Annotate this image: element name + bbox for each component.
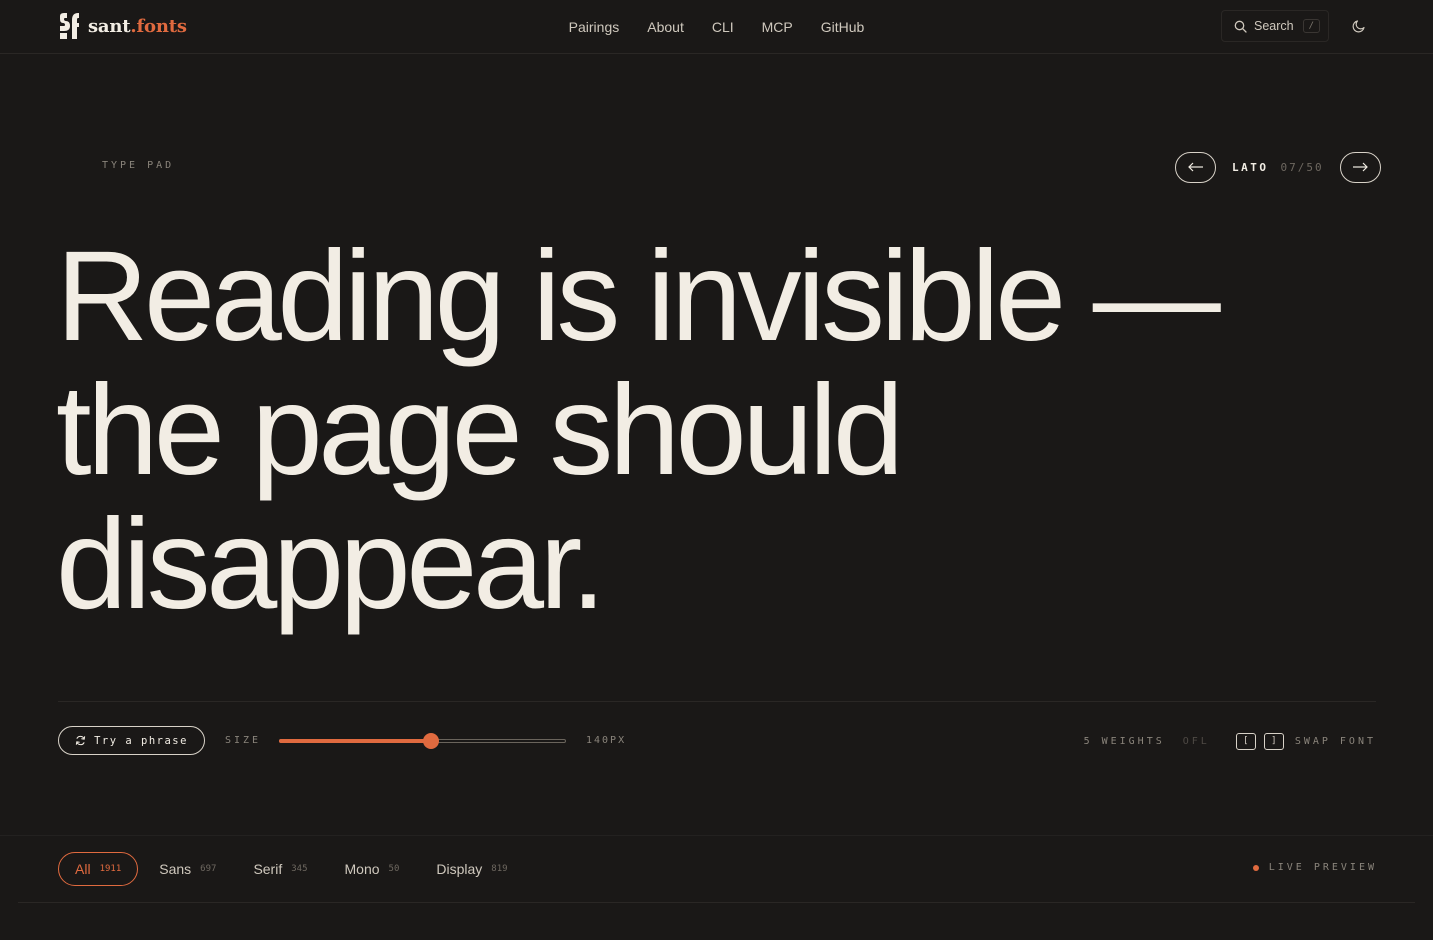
specimen-line-1: Reading is invisible — <box>56 225 1221 368</box>
filter-sans[interactable]: Sans 697 <box>143 852 232 886</box>
filter-display[interactable]: Display 819 <box>420 852 523 886</box>
site-header: sant.fonts Pairings About CLI MCP GitHub… <box>0 0 1433 54</box>
nav-item-pairings[interactable]: Pairings <box>569 19 620 35</box>
search-label: Search <box>1254 19 1294 33</box>
filter-count: 345 <box>291 864 308 874</box>
filter-label: Display <box>436 861 483 877</box>
font-navigator: LATO 07/50 <box>1175 151 1381 183</box>
nav-item-about[interactable]: About <box>647 19 684 35</box>
live-dot-icon <box>1252 864 1259 871</box>
filter-label: All <box>75 861 91 877</box>
specimen-line-3: disappear. <box>56 493 606 636</box>
swap-font-label: SWAP FONT <box>1294 735 1376 747</box>
filter-divider <box>18 902 1415 903</box>
slider-fill <box>279 739 432 743</box>
font-index: 07/50 <box>1280 160 1324 174</box>
live-preview-label: LIVE PREVIEW <box>1268 862 1377 873</box>
next-font-button[interactable] <box>1339 151 1381 183</box>
filter-mono[interactable]: Mono 50 <box>329 852 416 886</box>
search-icon <box>1234 20 1247 33</box>
next-font-key[interactable]: ] <box>1263 732 1284 750</box>
arrow-left-icon <box>1187 162 1203 172</box>
search-shortcut: / <box>1302 19 1320 33</box>
theme-toggle-button[interactable] <box>1343 10 1375 42</box>
specimen-text[interactable]: Reading is invisible — the page should d… <box>56 230 1376 632</box>
filter-label: Sans <box>159 861 192 877</box>
filter-label: Mono <box>344 861 380 877</box>
weights-count: 5 WEIGHTS <box>1083 735 1165 747</box>
arrow-right-icon <box>1353 162 1368 172</box>
try-phrase-button[interactable]: Try a phrase <box>58 726 205 755</box>
previous-font-button[interactable] <box>1175 151 1216 183</box>
slider-thumb[interactable] <box>423 733 440 749</box>
filter-count: 697 <box>200 864 217 874</box>
prev-font-key[interactable]: [ <box>1235 732 1256 750</box>
nav-item-cli[interactable]: CLI <box>712 19 734 35</box>
divider <box>58 701 1376 702</box>
nav-item-github[interactable]: GitHub <box>821 19 865 35</box>
filter-all[interactable]: All 1911 <box>58 852 139 886</box>
filter-count: 1911 <box>99 864 122 874</box>
search-button[interactable]: Search / <box>1221 10 1329 42</box>
size-slider[interactable] <box>279 733 566 749</box>
page: sant.fonts Pairings About CLI MCP GitHub… <box>0 0 1433 940</box>
section-label: TYPE PAD <box>102 160 175 171</box>
license-badge: OFL <box>1182 735 1210 747</box>
main-nav: Pairings About CLI MCP GitHub <box>0 0 1433 54</box>
category-filters: All 1911 Sans 697 Serif 345 Mono 50 Disp… <box>58 852 529 886</box>
nav-item-mcp[interactable]: MCP <box>762 19 793 35</box>
filter-serif[interactable]: Serif 345 <box>237 852 323 886</box>
font-meta: 5 WEIGHTS OFL [ ] SWAP FONT <box>1084 732 1376 750</box>
size-value: 140PX <box>586 735 627 746</box>
live-preview-indicator: LIVE PREVIEW <box>1252 862 1377 873</box>
specimen-line-2: the page should <box>56 359 904 502</box>
size-label: SIZE <box>225 735 262 746</box>
try-phrase-label: Try a phrase <box>94 734 188 747</box>
moon-icon <box>1352 20 1365 33</box>
filter-label: Serif <box>253 861 283 877</box>
refresh-icon <box>75 735 86 746</box>
filter-count: 819 <box>491 864 508 874</box>
current-font-name: LATO <box>1232 160 1269 174</box>
filter-count: 50 <box>388 864 400 874</box>
